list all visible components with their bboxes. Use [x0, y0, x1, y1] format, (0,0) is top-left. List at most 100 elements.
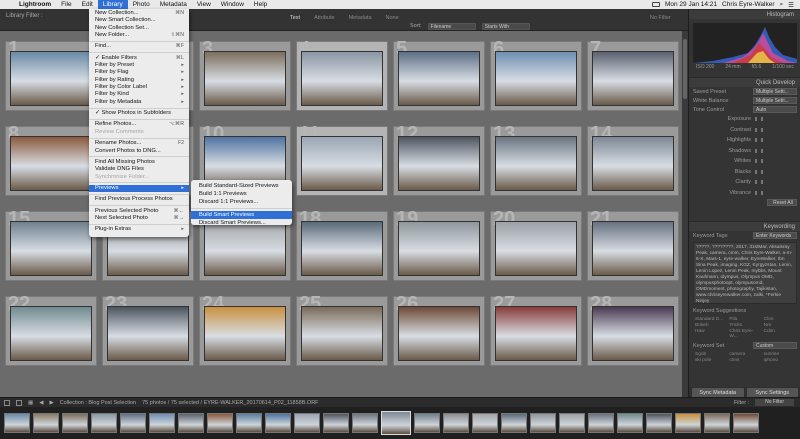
filmstrip-thumbnail[interactable] — [294, 413, 320, 433]
photo-thumbnail[interactable] — [398, 221, 480, 276]
filmstrip-thumbnail[interactable] — [646, 413, 672, 433]
filmstrip-thumbnail[interactable] — [207, 413, 233, 433]
tone-row-clarity[interactable]: Clarity — [689, 177, 800, 188]
menu-view[interactable]: View — [192, 0, 216, 9]
keyword-suggestion[interactable]: Clon — [764, 317, 795, 322]
library-menu-item[interactable]: Filter by Flag ▸ — [89, 69, 189, 76]
grid-cell[interactable]: 28 — [587, 293, 679, 366]
photo-thumbnail[interactable] — [398, 51, 480, 106]
menu-file[interactable]: File — [56, 0, 76, 9]
menu-app-name[interactable]: Lightroom — [14, 0, 56, 9]
keyword-suggestion[interactable]: Chris Eyre-W... — [729, 329, 760, 339]
filmstrip-thumbnail[interactable] — [530, 413, 556, 433]
filter-select[interactable]: No Filter — [755, 399, 794, 406]
library-menu-item[interactable]: Filter by Kind ▸ — [89, 91, 189, 98]
library-menu-item[interactable]: Find... ⌘F — [89, 43, 189, 50]
menu-window[interactable]: Window — [216, 0, 249, 9]
library-menu-item[interactable]: New Folder... ⇧⌘N — [89, 32, 189, 39]
library-menu-item[interactable]: Previous Selected Photo ⌘← — [89, 208, 189, 215]
filter-tab-metadata[interactable]: Metadata — [349, 15, 372, 21]
tone-row-blacks[interactable]: Blacks — [689, 167, 800, 178]
keyword-set-select[interactable]: Custom — [753, 342, 797, 349]
battery-icon[interactable] — [651, 2, 660, 7]
photo-thumbnail[interactable] — [301, 136, 383, 191]
filmstrip-thumbnail[interactable] — [120, 413, 146, 433]
filmstrip-thumbnail[interactable] — [149, 413, 175, 433]
photo-thumbnail[interactable] — [10, 221, 92, 276]
grid-cell[interactable]: 4 — [296, 38, 388, 111]
library-menu-item[interactable]: Next Selected Photo ⌘→ — [89, 215, 189, 222]
sort-select[interactable]: Filename — [427, 22, 476, 30]
keyword-suggestion[interactable]: Haw — [695, 329, 726, 339]
photo-thumbnail[interactable] — [398, 306, 480, 361]
grid-cell[interactable]: 25 — [296, 293, 388, 366]
grid-cell[interactable]: 1 — [5, 38, 97, 111]
photo-thumbnail[interactable] — [204, 51, 286, 106]
filmstrip-thumbnail[interactable] — [323, 413, 349, 433]
grid-cell[interactable]: 3 — [199, 38, 291, 111]
library-menu-item[interactable]: Refine Photos... ⌥⌘R — [89, 121, 189, 128]
filmstrip-thumbnail[interactable] — [472, 413, 498, 433]
library-menu-item[interactable]: New Collection Set... — [89, 25, 189, 32]
grid-cell[interactable]: 6 — [490, 38, 582, 111]
library-menu-item[interactable]: Validate DNG Files — [89, 166, 189, 173]
sort-order-select[interactable]: Starts With — [481, 22, 530, 30]
keyword-set-item[interactable]: ctms — [729, 358, 760, 363]
photo-thumbnail[interactable] — [592, 306, 674, 361]
quick-develop-header[interactable]: Quick Develop — [689, 77, 800, 87]
build-1-1-previews[interactable]: Build 1:1 Previews — [191, 190, 292, 198]
keyword-set-item[interactable]: sunrise — [764, 352, 795, 357]
menu-help[interactable]: Help — [249, 0, 272, 9]
filmstrip-thumbnail[interactable] — [91, 413, 117, 433]
filmstrip-thumbnail[interactable] — [704, 413, 730, 433]
photo-thumbnail[interactable] — [10, 136, 92, 191]
grid-cell[interactable]: 23 — [102, 293, 194, 366]
grid-cell[interactable]: 18 — [296, 208, 388, 281]
keyword-suggestion[interactable]: Nm — [764, 323, 795, 328]
tone-row-exposure[interactable]: Exposure — [689, 114, 800, 125]
auto-tone-button[interactable]: Auto — [753, 106, 797, 113]
library-menu-item[interactable]: ✓ Enable Filters ⌘L — [89, 55, 189, 62]
photo-thumbnail[interactable] — [204, 306, 286, 361]
grid-cell[interactable]: 7 — [587, 38, 679, 111]
menu-library[interactable]: Library — [97, 0, 128, 9]
filter-tab-none[interactable]: None — [386, 15, 399, 21]
white-balance-select[interactable]: Multiple Setti... — [753, 97, 797, 104]
filmstrip-thumbnail[interactable] — [501, 413, 527, 433]
library-menu-item[interactable]: Filter by Preset ▸ — [89, 62, 189, 69]
keyword-set-item[interactable]: ski pole — [695, 358, 726, 363]
filter-tab-text[interactable]: Text — [290, 15, 300, 21]
menu-metadata[interactable]: Metadata — [155, 0, 192, 9]
menu-photo[interactable]: Photo — [128, 0, 155, 9]
grid-cell[interactable]: 5 — [393, 38, 485, 111]
library-menu-item[interactable]: Filter by Metadata ▸ — [89, 99, 189, 106]
grid-cell[interactable]: 22 — [5, 293, 97, 366]
grid-cell[interactable]: 26 — [393, 293, 485, 366]
keyword-suggestion[interactable]: Pila — [729, 317, 760, 322]
filmstrip-thumbnail[interactable] — [559, 413, 585, 433]
filmstrip-thumbnail[interactable] — [733, 413, 759, 433]
discard-1-1-previews[interactable]: Discard 1:1 Previews... — [191, 198, 292, 206]
library-menu-item[interactable]: Convert Photos to DNG... — [89, 148, 189, 155]
grid-cell[interactable]: 21 — [587, 208, 679, 281]
reset-all-button[interactable]: Reset All — [767, 199, 797, 206]
filmstrip-thumbnail[interactable] — [4, 413, 30, 433]
grid-cell[interactable]: 27 — [490, 293, 582, 366]
grid-cell[interactable]: 20 — [490, 208, 582, 281]
scrollbar-thumb[interactable] — [683, 39, 687, 99]
library-menu-item[interactable]: Find All Missing Photos — [89, 159, 189, 166]
library-menu-item[interactable]: Rename Photos... F2 — [89, 140, 189, 147]
grid-cell[interactable]: 13 — [490, 123, 582, 196]
tone-row-shadows[interactable]: Shadows — [689, 146, 800, 157]
back-arrow-icon[interactable]: ◀ — [39, 400, 43, 406]
grid-cell[interactable]: 24 — [199, 293, 291, 366]
keyword-suggestion[interactable]: Bokeh — [695, 323, 726, 328]
grid-cell[interactable]: 14 — [587, 123, 679, 196]
library-menu-item[interactable]: Filter by Rating ▸ — [89, 77, 189, 84]
grid-cell[interactable]: 12 — [393, 123, 485, 196]
filmstrip-thumbnail[interactable] — [588, 413, 614, 433]
clock[interactable]: Mon 29 Jan 14:21 — [665, 1, 717, 8]
user-name[interactable]: Chris Eyre-Walker — [722, 1, 775, 8]
filmstrip-thumbnail[interactable] — [675, 413, 701, 433]
tone-row-contrast[interactable]: Contrast — [689, 125, 800, 136]
